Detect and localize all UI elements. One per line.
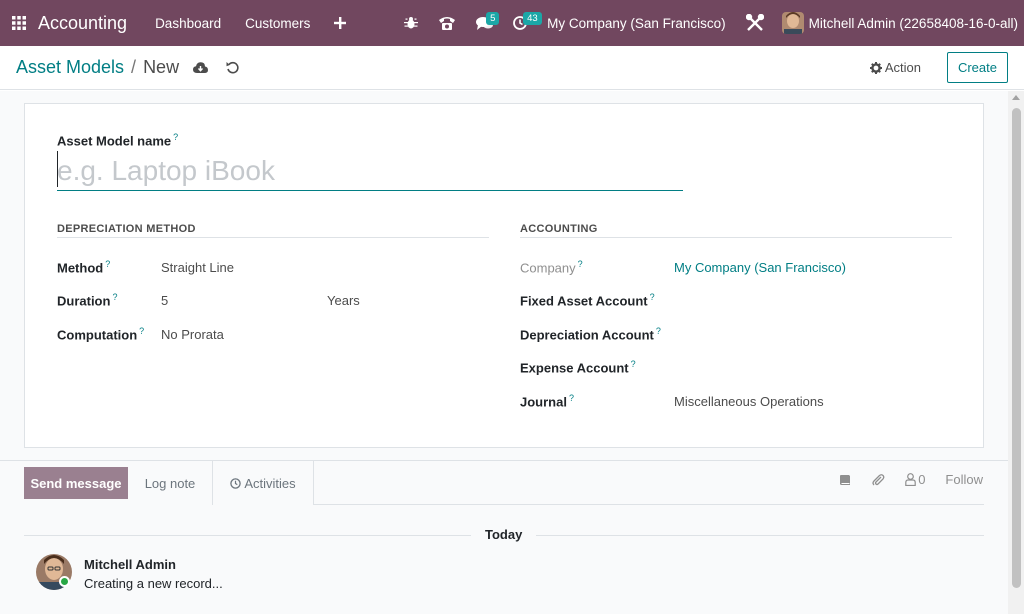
followers-count: 0 <box>918 472 926 487</box>
online-status-dot <box>59 576 70 587</box>
form-sheet: Asset Model name? DEPRECIATION METHOD Me… <box>24 103 984 448</box>
help-tooltip-icon[interactable]: ? <box>112 292 117 302</box>
send-message-button[interactable]: Send message <box>24 467 128 499</box>
help-tooltip-icon[interactable]: ? <box>105 259 110 269</box>
duration-unit-select[interactable]: Years <box>327 293 360 308</box>
followers-button[interactable]: 0 <box>905 472 925 487</box>
date-separator-today: Today <box>471 527 537 542</box>
activities-count-badge: 43 <box>523 12 542 25</box>
expense-account-label: Expense Account? <box>520 359 636 376</box>
help-tooltip-icon[interactable]: ? <box>173 132 178 142</box>
help-tooltip-icon[interactable]: ? <box>578 259 583 269</box>
action-label: Action <box>884 60 921 75</box>
breadcrumb-current: New <box>143 57 180 77</box>
top-menu: Dashboard Customers <box>143 0 358 46</box>
apps-menu-icon[interactable] <box>0 0 38 46</box>
help-tooltip-icon[interactable]: ? <box>650 292 655 302</box>
menu-dashboard[interactable]: Dashboard <box>143 0 233 46</box>
save-cloud-icon[interactable] <box>193 61 209 74</box>
chatter-divider <box>0 460 1008 461</box>
duration-number-input[interactable]: 5 <box>161 293 168 308</box>
company-switcher[interactable]: My Company (San Francisco) <box>537 16 736 31</box>
asset-model-name-label: Asset Model name? <box>57 132 179 149</box>
breadcrumb: Asset Models / New <box>0 57 179 78</box>
depreciation-account-input[interactable] <box>674 327 944 343</box>
control-panel: Asset Models / New Action Create <box>0 46 1024 90</box>
control-panel-actions: Action Create <box>869 52 1024 83</box>
fixed-asset-account-input[interactable] <box>674 293 944 309</box>
book-icon[interactable] <box>839 474 851 486</box>
help-tooltip-icon[interactable]: ? <box>569 393 574 403</box>
activities-clock-icon[interactable]: 43 <box>503 0 542 46</box>
company-label: Company? <box>520 259 583 276</box>
text-cursor <box>57 151 58 187</box>
scrollbar-thumb[interactable] <box>1012 108 1021 588</box>
follow-button[interactable]: Follow <box>945 472 983 487</box>
activities-button[interactable]: Activities <box>212 467 314 499</box>
activities-label: Activities <box>244 475 296 491</box>
form-view-content: Asset Model name? DEPRECIATION METHOD Me… <box>0 91 1008 614</box>
user-icon <box>905 473 916 486</box>
bug-icon[interactable] <box>394 0 428 46</box>
messages-count-badge: 5 <box>486 12 500 25</box>
action-menu-button[interactable]: Action <box>869 60 921 75</box>
depreciation-method-title: DEPRECIATION METHOD <box>57 223 489 238</box>
computation-label: Computation? <box>57 326 145 343</box>
journal-label: Journal? <box>520 393 574 410</box>
fixed-asset-account-label: Fixed Asset Account? <box>520 292 655 309</box>
message-body: Creating a new record... <box>84 576 223 591</box>
expense-account-input[interactable] <box>674 360 944 376</box>
chatter-bottom-border <box>314 504 984 505</box>
plus-icon[interactable] <box>322 0 358 46</box>
asset-model-name-input[interactable] <box>57 151 683 191</box>
app-brand[interactable]: Accounting <box>38 13 127 34</box>
depreciation-account-label: Depreciation Account? <box>520 326 661 343</box>
create-button[interactable]: Create <box>946 52 1008 83</box>
breadcrumb-asset-models[interactable]: Asset Models <box>16 57 124 78</box>
discard-undo-icon[interactable] <box>226 61 239 74</box>
user-name: Mitchell Admin (22658408-16-0-all) <box>808 15 1018 31</box>
method-select[interactable]: Straight Line <box>161 260 234 275</box>
systray: 5 43 My Company (San Francisco) Mitchell… <box>394 0 1024 46</box>
help-tooltip-icon[interactable]: ? <box>631 359 636 369</box>
vertical-scrollbar[interactable] <box>1008 91 1024 614</box>
help-tooltip-icon[interactable]: ? <box>656 326 661 336</box>
message-author-name[interactable]: Mitchell Admin <box>84 557 176 572</box>
gear-icon <box>869 61 882 74</box>
user-avatar <box>781 12 804 34</box>
accounting-title: ACCOUNTING <box>520 223 952 238</box>
form-status-icons <box>193 61 257 74</box>
help-tooltip-icon[interactable]: ? <box>139 326 144 336</box>
breadcrumb-separator: / <box>131 57 137 77</box>
user-menu[interactable]: Mitchell Admin (22658408-16-0-all) <box>774 12 1024 34</box>
method-label: Method? <box>57 259 111 276</box>
company-link[interactable]: My Company (San Francisco) <box>674 260 846 275</box>
journal-select[interactable]: Miscellaneous Operations <box>674 394 824 409</box>
clock-icon <box>230 477 242 489</box>
main-navbar: Accounting Dashboard Customers 5 43 My C… <box>0 0 1024 46</box>
phone-icon[interactable] <box>428 0 466 46</box>
chatter-topbar-right: 0 Follow <box>819 472 983 487</box>
tools-icon[interactable] <box>736 0 774 46</box>
scroll-up-arrow-icon[interactable] <box>1012 95 1020 100</box>
computation-select[interactable]: No Prorata <box>161 327 224 342</box>
duration-label: Duration? <box>57 292 118 309</box>
messages-icon[interactable]: 5 <box>466 0 503 46</box>
menu-customers[interactable]: Customers <box>233 0 322 46</box>
paperclip-icon[interactable] <box>871 473 885 487</box>
log-note-button[interactable]: Log note <box>128 467 212 499</box>
